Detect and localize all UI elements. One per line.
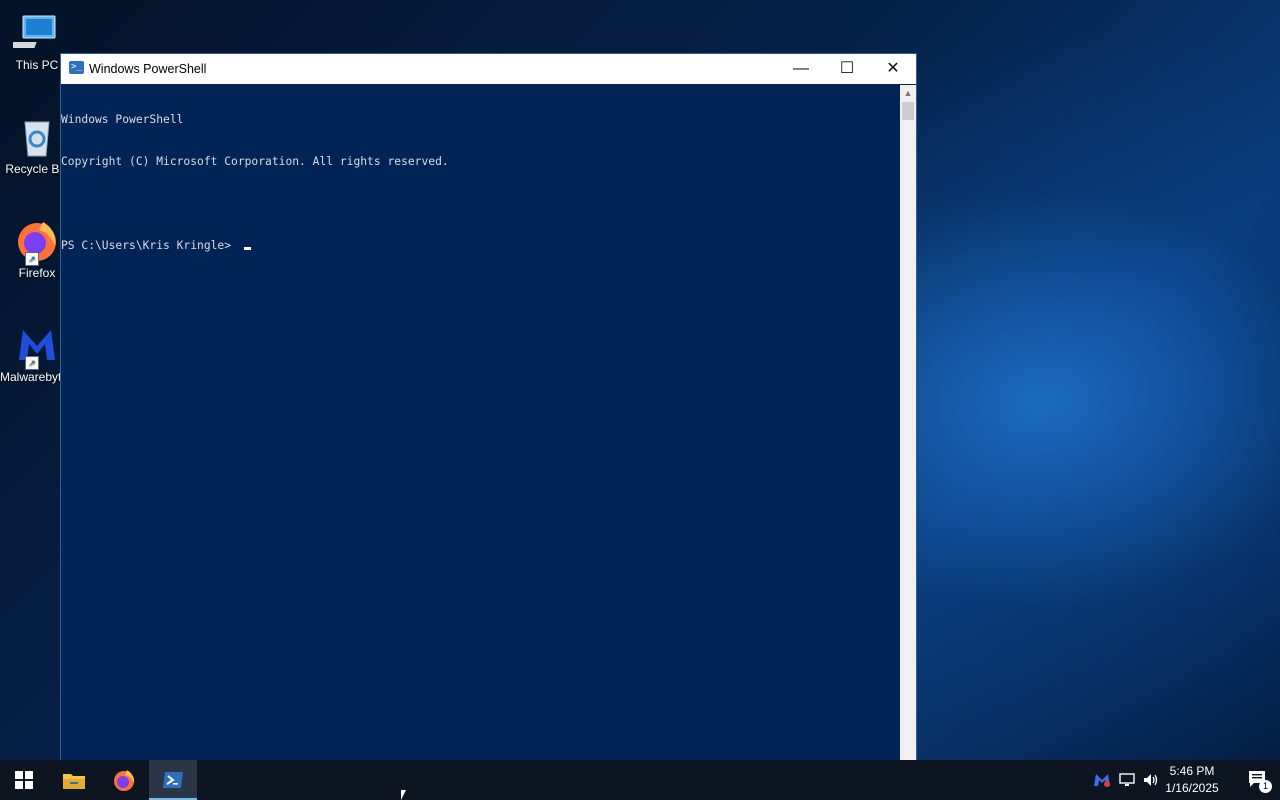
powershell-icon: >_ bbox=[69, 61, 84, 74]
mouse-cursor-icon bbox=[401, 790, 406, 800]
taskbar-file-explorer[interactable] bbox=[50, 760, 98, 800]
console-output[interactable]: Windows PowerShell Copyright (C) Microso… bbox=[61, 85, 901, 782]
vertical-scrollbar[interactable]: ▲ ▼ bbox=[900, 85, 916, 782]
malwarebytes-tray-icon bbox=[1094, 774, 1110, 787]
taskbar-firefox[interactable] bbox=[100, 760, 148, 800]
maximize-button[interactable]: ☐ bbox=[824, 54, 870, 84]
folder-icon bbox=[63, 774, 85, 789]
this-pc-icon bbox=[4, 8, 61, 56]
taskbar: 5:46 PM 1/16/2025 1 bbox=[0, 760, 1280, 800]
recycle-bin-icon bbox=[13, 112, 61, 160]
taskbar-clock[interactable]: 5:46 PM 1/16/2025 bbox=[1160, 763, 1224, 797]
malwarebytes-icon: ↗ bbox=[13, 320, 61, 370]
tray-network[interactable] bbox=[1116, 760, 1138, 800]
console-line: Copyright (C) Microsoft Corporation. All… bbox=[61, 155, 449, 168]
close-button[interactable]: ✕ bbox=[870, 54, 916, 84]
console-prompt-line: PS C:\Users\Kris Kringle> bbox=[61, 239, 901, 253]
window-title: Windows PowerShell bbox=[89, 62, 207, 76]
network-icon bbox=[1119, 773, 1135, 786]
powershell-window[interactable]: >_ Windows PowerShell — ☐ ✕ Windows Powe… bbox=[60, 53, 917, 783]
start-button[interactable] bbox=[0, 760, 48, 800]
notification-badge: 1 bbox=[1259, 780, 1272, 793]
minimize-button[interactable]: — bbox=[778, 54, 824, 84]
clock-time: 5:46 PM bbox=[1169, 764, 1215, 778]
scrollbar-thumb[interactable] bbox=[902, 102, 914, 120]
text-cursor bbox=[243, 247, 251, 250]
firefox-icon: ↗ bbox=[13, 216, 61, 266]
action-center-button[interactable]: 1 bbox=[1248, 770, 1272, 793]
clock-date: 1/16/2025 bbox=[1165, 781, 1219, 795]
tray-malwarebytes[interactable] bbox=[1092, 760, 1112, 800]
volume-icon bbox=[1144, 774, 1158, 786]
windows-logo-icon bbox=[15, 771, 33, 789]
taskbar-powershell[interactable] bbox=[149, 760, 197, 800]
powershell-icon bbox=[163, 772, 183, 788]
console-prompt: PS C:\Users\Kris Kringle> bbox=[61, 239, 238, 252]
shortcut-arrow-icon: ↗ bbox=[25, 252, 39, 266]
scroll-up-arrow-icon[interactable]: ▲ bbox=[900, 85, 916, 101]
window-titlebar[interactable]: >_ Windows PowerShell — ☐ ✕ bbox=[61, 54, 916, 84]
shortcut-arrow-icon: ↗ bbox=[25, 356, 39, 370]
tray-volume[interactable] bbox=[1140, 760, 1162, 800]
console-line: Windows PowerShell bbox=[61, 113, 184, 126]
firefox-icon bbox=[114, 770, 135, 791]
